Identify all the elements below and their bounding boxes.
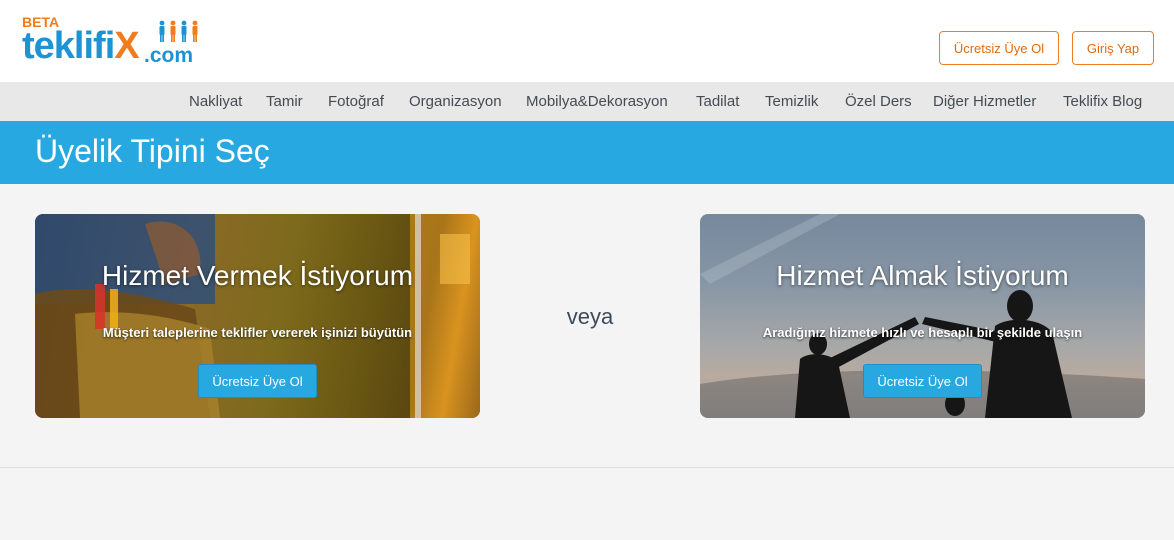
provider-register-button[interactable]: Ücretsiz Üye Ol <box>198 364 317 398</box>
nav-item-tamir[interactable]: Tamir <box>266 82 303 121</box>
page-title: Üyelik Tipini Seç <box>35 133 270 169</box>
site-header: BETA teklifiX .com Ücretsiz Üye Ol Giriş… <box>0 0 1174 82</box>
nav-item-nakliyat[interactable]: Nakliyat <box>189 82 242 121</box>
customer-card[interactable]: Hizmet Almak İstiyorum Aradığınız hizmet… <box>700 214 1145 418</box>
site-logo[interactable]: BETA teklifiX .com <box>22 14 212 70</box>
nav-item-blog[interactable]: Teklifix Blog <box>1063 82 1142 121</box>
section-divider <box>0 467 1174 468</box>
logo-wordmark: teklifiX <box>22 25 140 67</box>
login-button[interactable]: Giriş Yap <box>1072 31 1154 65</box>
provider-card[interactable]: Hizmet Vermek İstiyorum Müşteri talepler… <box>35 214 480 418</box>
provider-card-title: Hizmet Vermek İstiyorum <box>101 260 414 291</box>
customer-card-title: Hizmet Almak İstiyorum <box>776 260 1069 291</box>
people-icon <box>159 20 198 42</box>
nav-item-ozel-ders[interactable]: Özel Ders <box>845 82 912 121</box>
page-title-bar: Üyelik Tipini Seç <box>0 121 1174 184</box>
main-nav: Nakliyat Tamir Fotoğraf Organizasyon Mob… <box>0 82 1174 121</box>
logo-domain: .com <box>144 44 194 67</box>
nav-item-temizlik[interactable]: Temizlik <box>765 82 818 121</box>
customer-register-button[interactable]: Ücretsiz Üye Ol <box>863 364 982 398</box>
register-button[interactable]: Ücretsiz Üye Ol <box>939 31 1059 65</box>
or-separator: veya <box>566 304 614 329</box>
nav-item-fotograf[interactable]: Fotoğraf <box>328 82 384 121</box>
provider-card-subtitle: Müşteri taleplerine teklifler vererek iş… <box>102 325 413 340</box>
nav-item-tadilat[interactable]: Tadilat <box>696 82 739 121</box>
nav-item-mobilya-dekorasyon[interactable]: Mobilya&Dekorasyon <box>526 82 668 121</box>
nav-item-organizasyon[interactable]: Organizasyon <box>409 82 502 121</box>
customer-card-subtitle: Aradığınız hizmete hızlı ve hesaplı bir … <box>762 325 1083 340</box>
nav-item-diger-hizmetler[interactable]: Diğer Hizmetler <box>933 82 1036 121</box>
